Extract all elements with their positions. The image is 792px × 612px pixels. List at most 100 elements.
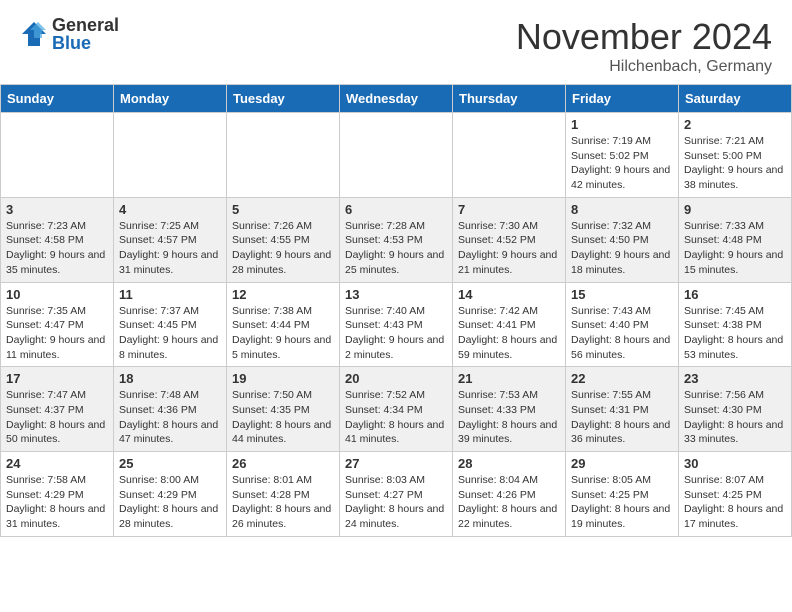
- day-number: 25: [119, 456, 221, 471]
- calendar-header: Sunday Monday Tuesday Wednesday Thursday…: [1, 85, 792, 113]
- day-number: 6: [345, 202, 447, 217]
- month-title: November 2024: [516, 16, 772, 58]
- day-info: Sunrise: 7:32 AM Sunset: 4:50 PM Dayligh…: [571, 219, 673, 278]
- day-number: 29: [571, 456, 673, 471]
- day-number: 1: [571, 117, 673, 132]
- day-info: Sunrise: 7:35 AM Sunset: 4:47 PM Dayligh…: [6, 304, 108, 363]
- calendar-day-cell: 8 Sunrise: 7:32 AM Sunset: 4:50 PM Daylig…: [566, 197, 679, 282]
- day-info: Sunrise: 7:37 AM Sunset: 4:45 PM Dayligh…: [119, 304, 221, 363]
- day-info: Sunrise: 8:03 AM Sunset: 4:27 PM Dayligh…: [345, 473, 447, 532]
- calendar-day-cell: [340, 113, 453, 198]
- day-info: Sunrise: 8:01 AM Sunset: 4:28 PM Dayligh…: [232, 473, 334, 532]
- day-info: Sunrise: 7:19 AM Sunset: 5:02 PM Dayligh…: [571, 134, 673, 193]
- calendar-day-cell: 30 Sunrise: 8:07 AM Sunset: 4:25 PM Dayli…: [679, 452, 792, 537]
- day-info: Sunrise: 7:40 AM Sunset: 4:43 PM Dayligh…: [345, 304, 447, 363]
- calendar-week-row: 3 Sunrise: 7:23 AM Sunset: 4:58 PM Daylig…: [1, 197, 792, 282]
- calendar-day-cell: 5 Sunrise: 7:26 AM Sunset: 4:55 PM Daylig…: [227, 197, 340, 282]
- page-container: General Blue November 2024 Hilchenbach, …: [0, 0, 792, 537]
- calendar-day-cell: 23 Sunrise: 7:56 AM Sunset: 4:30 PM Dayli…: [679, 367, 792, 452]
- calendar-day-cell: 11 Sunrise: 7:37 AM Sunset: 4:45 PM Dayli…: [114, 282, 227, 367]
- calendar-day-cell: 4Sunrise: 7:25 AM Sunset: 4:57 PM Daylig…: [114, 197, 227, 282]
- calendar-day-cell: 22 Sunrise: 7:55 AM Sunset: 4:31 PM Dayli…: [566, 367, 679, 452]
- day-number: 28: [458, 456, 560, 471]
- logo-text: General Blue: [52, 16, 119, 52]
- weekday-header-row: Sunday Monday Tuesday Wednesday Thursday…: [1, 85, 792, 113]
- day-number: 16: [684, 287, 786, 302]
- logo: General Blue: [20, 16, 119, 52]
- day-number: 11: [119, 287, 221, 302]
- day-number: 22: [571, 371, 673, 386]
- day-info: Sunrise: 7:55 AM Sunset: 4:31 PM Dayligh…: [571, 388, 673, 447]
- day-info: Sunrise: 8:04 AM Sunset: 4:26 PM Dayligh…: [458, 473, 560, 532]
- calendar-day-cell: 24Sunrise: 7:58 AM Sunset: 4:29 PM Dayli…: [1, 452, 114, 537]
- day-number: 9: [684, 202, 786, 217]
- day-number: 3: [6, 202, 108, 217]
- day-number: 5: [232, 202, 334, 217]
- calendar-day-cell: 21 Sunrise: 7:53 AM Sunset: 4:33 PM Dayli…: [453, 367, 566, 452]
- day-number: 24: [6, 456, 108, 471]
- day-info: Sunrise: 7:53 AM Sunset: 4:33 PM Dayligh…: [458, 388, 560, 447]
- day-info: Sunrise: 7:26 AM Sunset: 4:55 PM Dayligh…: [232, 219, 334, 278]
- header-wednesday: Wednesday: [340, 85, 453, 113]
- day-info: Sunrise: 7:56 AM Sunset: 4:30 PM Dayligh…: [684, 388, 786, 447]
- day-number: 21: [458, 371, 560, 386]
- header-monday: Monday: [114, 85, 227, 113]
- calendar-week-row: 24Sunrise: 7:58 AM Sunset: 4:29 PM Dayli…: [1, 452, 792, 537]
- calendar-day-cell: 26 Sunrise: 8:01 AM Sunset: 4:28 PM Dayli…: [227, 452, 340, 537]
- day-info: Sunrise: 7:43 AM Sunset: 4:40 PM Dayligh…: [571, 304, 673, 363]
- header-sunday: Sunday: [1, 85, 114, 113]
- calendar-day-cell: 10 Sunrise: 7:35 AM Sunset: 4:47 PM Dayli…: [1, 282, 114, 367]
- calendar-day-cell: 17Sunrise: 7:47 AM Sunset: 4:37 PM Dayli…: [1, 367, 114, 452]
- day-info: Sunrise: 7:33 AM Sunset: 4:48 PM Dayligh…: [684, 219, 786, 278]
- calendar-day-cell: 20Sunrise: 7:52 AM Sunset: 4:34 PM Dayli…: [340, 367, 453, 452]
- title-area: November 2024 Hilchenbach, Germany: [516, 16, 772, 76]
- calendar-day-cell: 29 Sunrise: 8:05 AM Sunset: 4:25 PM Dayli…: [566, 452, 679, 537]
- day-number: 17: [6, 371, 108, 386]
- calendar-day-cell: 2 Sunrise: 7:21 AM Sunset: 5:00 PM Daylig…: [679, 113, 792, 198]
- calendar-week-row: 10 Sunrise: 7:35 AM Sunset: 4:47 PM Dayli…: [1, 282, 792, 367]
- day-number: 7: [458, 202, 560, 217]
- calendar-day-cell: 27 Sunrise: 8:03 AM Sunset: 4:27 PM Dayli…: [340, 452, 453, 537]
- day-number: 20: [345, 371, 447, 386]
- day-info: Sunrise: 7:23 AM Sunset: 4:58 PM Dayligh…: [6, 219, 108, 278]
- day-info: Sunrise: 7:21 AM Sunset: 5:00 PM Dayligh…: [684, 134, 786, 193]
- calendar-day-cell: [1, 113, 114, 198]
- calendar-day-cell: 15 Sunrise: 7:43 AM Sunset: 4:40 PM Dayli…: [566, 282, 679, 367]
- calendar-day-cell: 9 Sunrise: 7:33 AM Sunset: 4:48 PM Daylig…: [679, 197, 792, 282]
- day-number: 18: [119, 371, 221, 386]
- day-number: 23: [684, 371, 786, 386]
- calendar-week-row: 17Sunrise: 7:47 AM Sunset: 4:37 PM Dayli…: [1, 367, 792, 452]
- calendar-day-cell: 25 Sunrise: 8:00 AM Sunset: 4:29 PM Dayli…: [114, 452, 227, 537]
- day-number: 30: [684, 456, 786, 471]
- day-info: Sunrise: 8:07 AM Sunset: 4:25 PM Dayligh…: [684, 473, 786, 532]
- day-number: 15: [571, 287, 673, 302]
- day-number: 27: [345, 456, 447, 471]
- calendar: Sunday Monday Tuesday Wednesday Thursday…: [0, 84, 792, 537]
- calendar-day-cell: 6Sunrise: 7:28 AM Sunset: 4:53 PM Daylig…: [340, 197, 453, 282]
- day-number: 10: [6, 287, 108, 302]
- calendar-day-cell: 18 Sunrise: 7:48 AM Sunset: 4:36 PM Dayli…: [114, 367, 227, 452]
- calendar-week-row: 1 Sunrise: 7:19 AM Sunset: 5:02 PM Daylig…: [1, 113, 792, 198]
- day-info: Sunrise: 8:00 AM Sunset: 4:29 PM Dayligh…: [119, 473, 221, 532]
- logo-icon: [20, 20, 48, 48]
- day-number: 19: [232, 371, 334, 386]
- header-thursday: Thursday: [453, 85, 566, 113]
- day-number: 12: [232, 287, 334, 302]
- day-number: 8: [571, 202, 673, 217]
- day-number: 4: [119, 202, 221, 217]
- day-info: Sunrise: 7:50 AM Sunset: 4:35 PM Dayligh…: [232, 388, 334, 447]
- logo-general-text: General: [52, 16, 119, 34]
- calendar-day-cell: 14Sunrise: 7:42 AM Sunset: 4:41 PM Dayli…: [453, 282, 566, 367]
- header: General Blue November 2024 Hilchenbach, …: [0, 0, 792, 84]
- calendar-body: 1 Sunrise: 7:19 AM Sunset: 5:02 PM Daylig…: [1, 113, 792, 537]
- calendar-day-cell: 13Sunrise: 7:40 AM Sunset: 4:43 PM Dayli…: [340, 282, 453, 367]
- day-info: Sunrise: 8:05 AM Sunset: 4:25 PM Dayligh…: [571, 473, 673, 532]
- day-info: Sunrise: 7:42 AM Sunset: 4:41 PM Dayligh…: [458, 304, 560, 363]
- day-number: 2: [684, 117, 786, 132]
- day-number: 26: [232, 456, 334, 471]
- calendar-day-cell: [227, 113, 340, 198]
- day-info: Sunrise: 7:48 AM Sunset: 4:36 PM Dayligh…: [119, 388, 221, 447]
- location: Hilchenbach, Germany: [516, 58, 772, 76]
- calendar-day-cell: [453, 113, 566, 198]
- day-info: Sunrise: 7:30 AM Sunset: 4:52 PM Dayligh…: [458, 219, 560, 278]
